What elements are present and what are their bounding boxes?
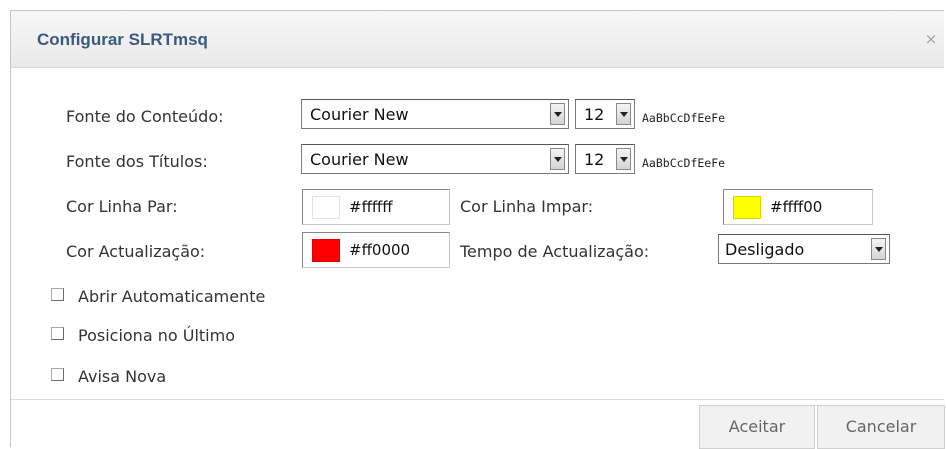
close-icon[interactable]: × xyxy=(924,32,938,47)
titles-size-value: 12 xyxy=(584,150,605,169)
notify-new-checkbox[interactable] xyxy=(51,368,64,381)
even-row-color-input[interactable]: #ffffff xyxy=(302,189,450,225)
chevron-down-icon xyxy=(616,103,631,125)
content-size-value: 12 xyxy=(584,105,605,124)
dialog-footer: Aceitar Cancelar xyxy=(11,399,945,449)
update-color-input[interactable]: #ff0000 xyxy=(302,232,450,268)
content-font-sample: AaBbCcDfEeFe xyxy=(642,111,726,125)
update-color-value: #ff0000 xyxy=(349,241,411,259)
odd-row-color-input[interactable]: #ffff00 xyxy=(723,189,873,225)
update-color-label: Cor Actualização: xyxy=(66,242,206,261)
accept-button[interactable]: Aceitar xyxy=(699,405,815,449)
even-row-color-value: #ffffff xyxy=(349,198,393,216)
auto-open-checkbox[interactable] xyxy=(51,288,64,301)
chevron-down-icon xyxy=(616,148,631,170)
even-row-color-swatch xyxy=(312,196,340,219)
chevron-down-icon xyxy=(871,238,886,260)
titles-font-value: Courier New xyxy=(310,150,409,169)
content-font-select[interactable]: Courier New xyxy=(301,99,569,129)
dialog-titlebar: Configurar SLRTmsq × xyxy=(11,11,944,68)
update-time-select[interactable]: Desligado xyxy=(718,234,890,264)
position-last-checkbox[interactable] xyxy=(51,327,64,340)
content-size-select[interactable]: 12 xyxy=(575,99,635,129)
dialog-title: Configurar SLRTmsq xyxy=(37,30,208,49)
cancel-button[interactable]: Cancelar xyxy=(817,405,945,449)
update-color-swatch xyxy=(312,239,340,262)
odd-row-color-swatch xyxy=(733,196,761,219)
config-dialog: Configurar SLRTmsq × Fonte do Conteúdo: … xyxy=(10,10,945,449)
content-font-value: Courier New xyxy=(310,105,409,124)
titles-font-label: Fonte dos Títulos: xyxy=(66,152,208,171)
even-row-color-label: Cor Linha Par: xyxy=(66,197,178,216)
chevron-down-icon xyxy=(550,103,565,125)
auto-open-label: Abrir Automaticamente xyxy=(78,287,266,306)
titles-font-sample: AaBbCcDfEeFe xyxy=(642,156,726,170)
odd-row-color-label: Cor Linha Impar: xyxy=(460,197,594,216)
notify-new-label: Avisa Nova xyxy=(78,367,167,386)
titles-font-select[interactable]: Courier New xyxy=(301,144,569,174)
odd-row-color-value: #ffff00 xyxy=(770,198,823,216)
titles-size-select[interactable]: 12 xyxy=(575,144,635,174)
update-time-value: Desligado xyxy=(725,240,805,259)
content-font-label: Fonte do Conteúdo: xyxy=(66,107,224,126)
update-time-label: Tempo de Actualização: xyxy=(460,242,650,261)
chevron-down-icon xyxy=(550,148,565,170)
position-last-label: Posiciona no Último xyxy=(78,326,235,345)
